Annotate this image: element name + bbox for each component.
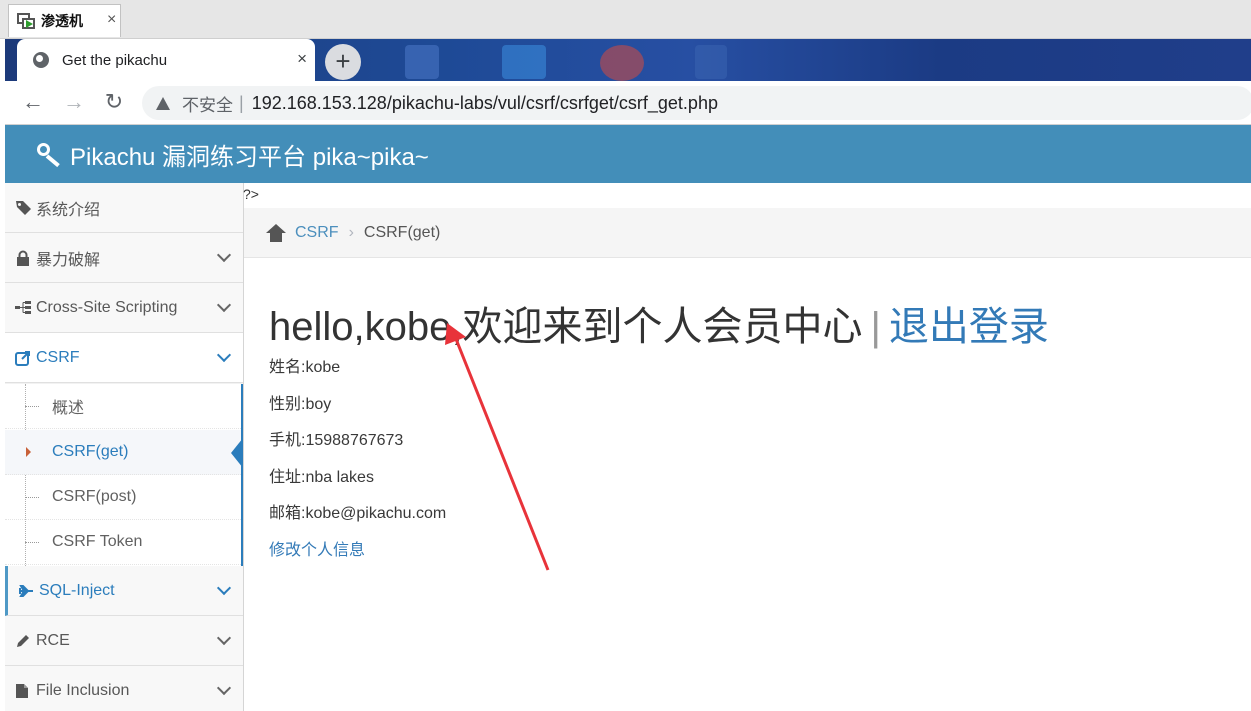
annotation-arrow xyxy=(445,323,550,571)
